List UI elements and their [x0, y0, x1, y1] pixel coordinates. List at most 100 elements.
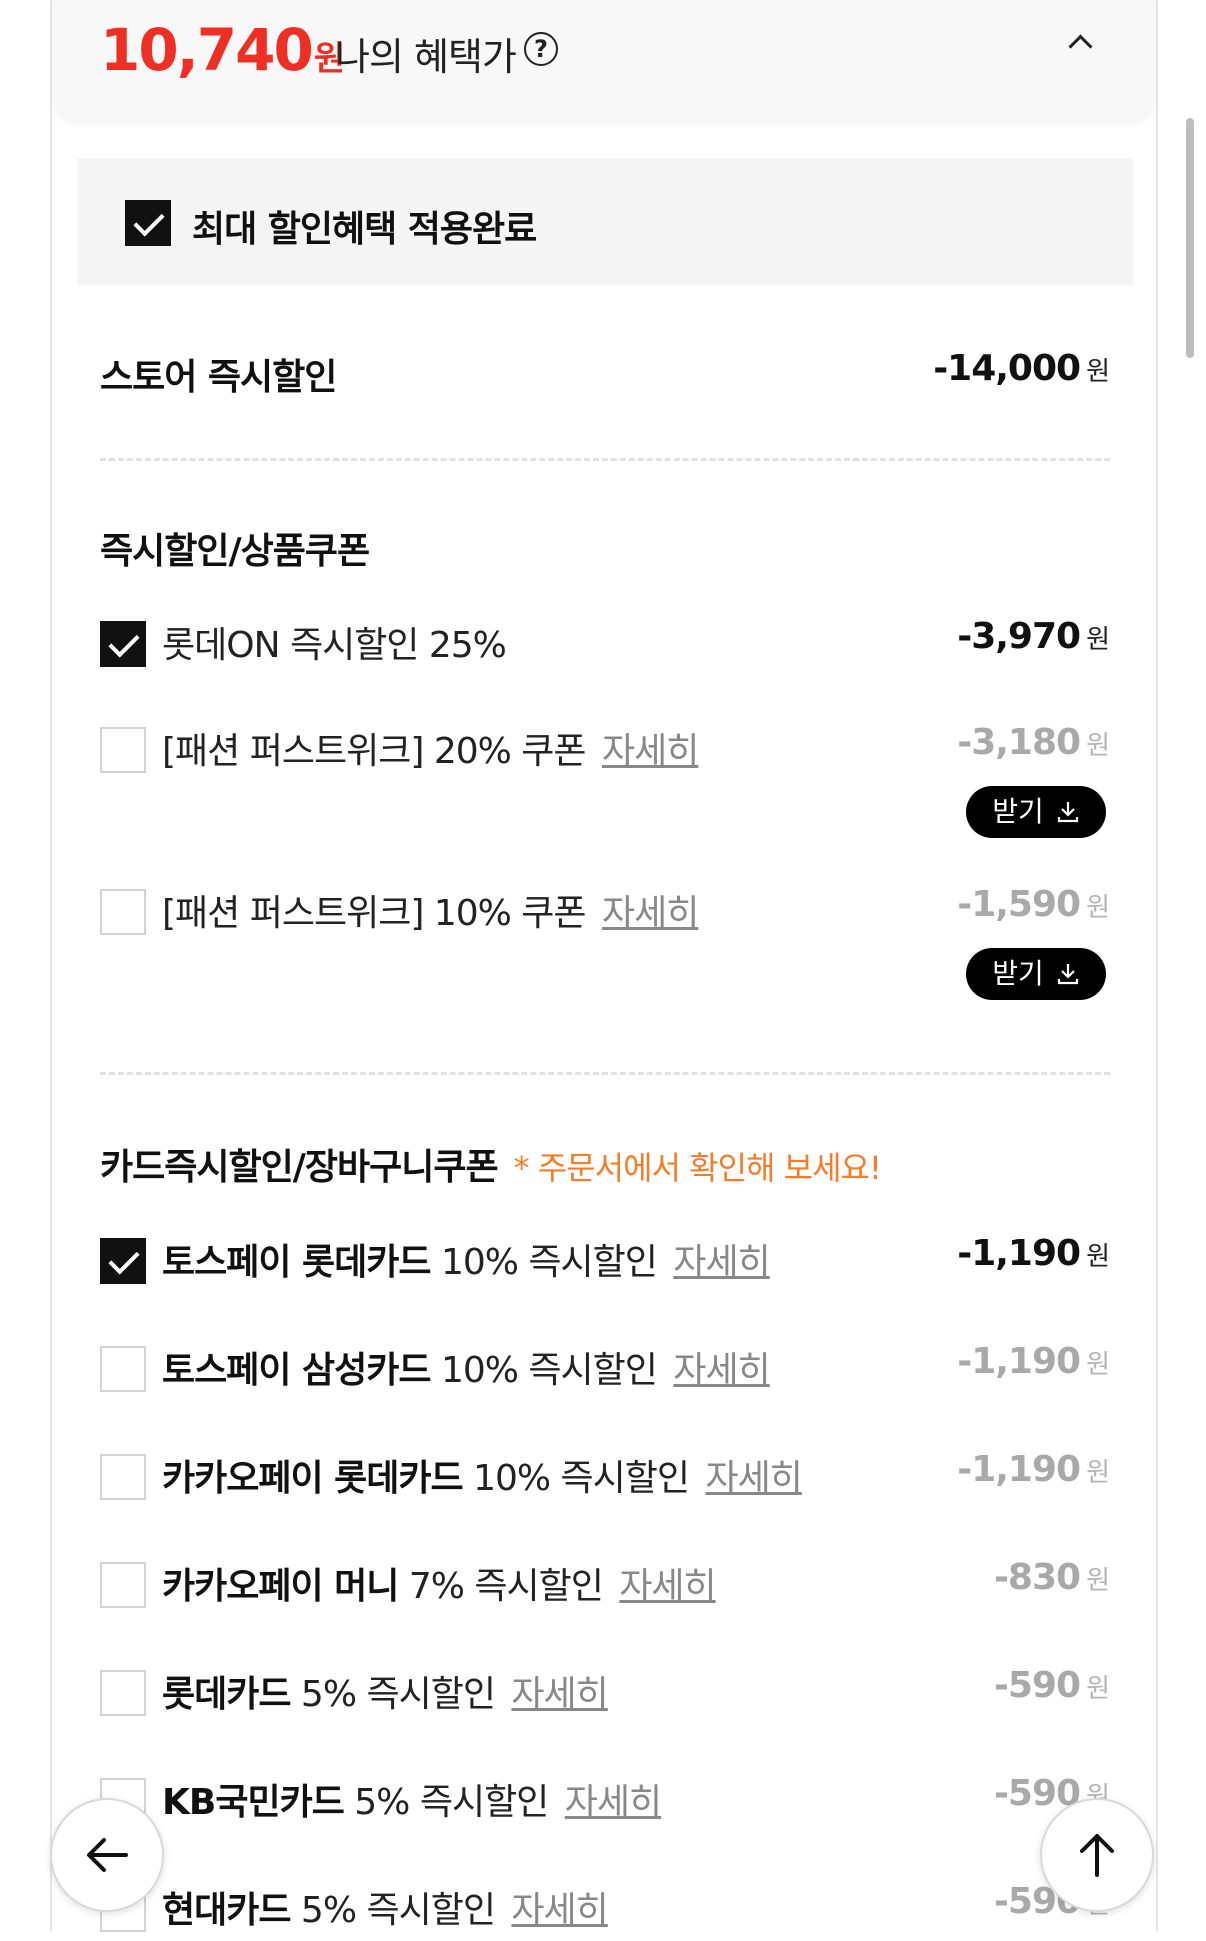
- card-discount-label: 카카오페이 머니 7% 즉시할인 자세히: [162, 1557, 717, 1609]
- coupon-label: 롯데ON 즉시할인 25%: [162, 625, 507, 666]
- coupon-label: [패션 퍼스트위크] 20% 쿠폰 자세히: [162, 722, 699, 774]
- section-title-card: 카드즉시할인/장바구니쿠폰 * 주문서에서 확인해 보세요!: [100, 1138, 882, 1190]
- card-name: 토스페이 삼성카드: [162, 1350, 431, 1391]
- card-discount-row[interactable]: 롯데카드 5% 즉시할인 자세히 -590 원: [100, 1665, 1110, 1725]
- card-discount-row[interactable]: 카카오페이 롯데카드 10% 즉시할인 자세히 -1,190 원: [100, 1449, 1110, 1509]
- download-icon: [1057, 964, 1079, 985]
- amount-unit: 원: [1086, 731, 1110, 761]
- card-desc: 10% 즉시할인: [462, 1458, 690, 1499]
- amount-unit: 원: [1086, 1674, 1110, 1704]
- details-link[interactable]: 자세히: [602, 731, 699, 772]
- details-link[interactable]: 자세히: [565, 1782, 662, 1823]
- benefit-price: 10,740원: [100, 16, 345, 84]
- amount-unit: 원: [1086, 1350, 1110, 1380]
- download-icon: [1057, 802, 1079, 823]
- card-discount-row[interactable]: 현대카드 5% 즉시할인 자세히 -590원: [100, 1881, 1110, 1941]
- download-coupon-button[interactable]: 받기: [966, 786, 1106, 838]
- divider: [100, 458, 1110, 461]
- card-name: 카카오페이 롯데카드: [162, 1458, 464, 1499]
- amount-value: -3,180: [957, 722, 1081, 763]
- card-discount-amount: -1,190 원: [957, 1233, 1110, 1274]
- coupon-row[interactable]: 롯데ON 즉시할인 25% -3,970 원: [100, 616, 1110, 676]
- card-desc: 10% 즉시할인: [430, 1350, 658, 1391]
- benefit-panel: 10,740원 나의 혜택가 ? 최대 할인혜택 적용완료 스토어 즉시할인 -…: [50, 0, 1158, 1932]
- coupon-label: [패션 퍼스트위크] 10% 쿠폰 자세히: [162, 884, 699, 936]
- store-discount-amount: -14,000 원: [933, 348, 1110, 389]
- card-discount-amount: -1,190 원: [957, 1449, 1110, 1490]
- coupon-amount: -3,180 원: [957, 722, 1110, 763]
- coupon-amount: -1,590 원: [957, 884, 1110, 925]
- card-checkbox[interactable]: [100, 1346, 146, 1392]
- amount-unit: 원: [1086, 1566, 1110, 1596]
- card-checkbox[interactable]: [100, 1670, 146, 1716]
- card-desc: 5% 즉시할인: [290, 1890, 496, 1931]
- back-button[interactable]: [50, 1798, 164, 1912]
- card-discount-amount: -1,190 원: [957, 1341, 1110, 1382]
- card-discount-label: KB국민카드 5% 즉시할인 자세히: [162, 1773, 662, 1825]
- details-link[interactable]: 자세히: [673, 1350, 770, 1391]
- amount-unit: 원: [1086, 1458, 1110, 1488]
- benefit-header[interactable]: 10,740원 나의 혜택가 ?: [52, 0, 1156, 122]
- card-discount-label: 토스페이 삼성카드 10% 즉시할인 자세히: [162, 1341, 771, 1393]
- coupon-name: [패션 퍼스트위크] 10% 쿠폰: [162, 893, 587, 934]
- card-discount-amount: -590원: [994, 1665, 1110, 1706]
- card-name: 카카오페이 머니: [162, 1566, 399, 1607]
- coupon-checkbox[interactable]: [100, 889, 146, 935]
- card-discount-row[interactable]: 토스페이 삼성카드 10% 즉시할인 자세히 -1,190 원: [100, 1341, 1110, 1401]
- amount-value: -1,590: [957, 884, 1081, 925]
- card-discount-row[interactable]: KB국민카드 5% 즉시할인 자세히 -590 원: [100, 1773, 1110, 1833]
- amount-unit: 원: [1086, 893, 1110, 923]
- card-discount-row[interactable]: 카카오페이 머니 7% 즉시할인 자세히 -830 원: [100, 1557, 1110, 1617]
- max-discount-applied[interactable]: 최대 할인혜택 적용완료: [77, 158, 1133, 285]
- scrollbar[interactable]: [1186, 118, 1194, 358]
- card-discount-label: 카카오페이 롯데카드 10% 즉시할인 자세히: [162, 1449, 803, 1501]
- arrow-left-icon: [87, 1838, 128, 1872]
- coupon-row[interactable]: [패션 퍼스트위크] 20% 쿠폰 자세히 -3,180 원: [100, 722, 1110, 782]
- order-note: * 주문서에서 확인해 보세요!: [513, 1149, 882, 1187]
- download-button-label: 받기: [992, 957, 1044, 990]
- download-button-label: 받기: [992, 795, 1044, 828]
- coupon-checkbox[interactable]: [100, 621, 146, 667]
- coupon-name: [패션 퍼스트위크] 20% 쿠폰: [162, 731, 587, 772]
- section-title-text: 카드즉시할인/장바구니쿠폰: [100, 1147, 499, 1188]
- amount-unit: 원: [1086, 357, 1110, 387]
- coupon-row[interactable]: [패션 퍼스트위크] 10% 쿠폰 자세히 -1,590 원: [100, 884, 1110, 944]
- details-link[interactable]: 자세히: [705, 1458, 802, 1499]
- details-link[interactable]: 자세히: [673, 1242, 770, 1283]
- scroll-top-button[interactable]: [1040, 1798, 1154, 1912]
- store-discount-row: 스토어 즉시할인 -14,000 원: [100, 348, 1110, 408]
- amount-value: -830: [993, 1557, 1081, 1598]
- amount-unit: 원: [1086, 1242, 1110, 1272]
- card-name: 롯데카드: [162, 1674, 291, 1715]
- card-desc: 5% 즉시할인: [290, 1674, 496, 1715]
- card-discount-label: 토스페이 롯데카드 10% 즉시할인 자세히: [162, 1233, 771, 1285]
- details-link[interactable]: 자세히: [511, 1674, 608, 1715]
- card-desc: 5% 즉시할인: [343, 1782, 549, 1823]
- details-link[interactable]: 자세히: [602, 893, 699, 934]
- help-icon[interactable]: ?: [524, 32, 558, 66]
- card-checkbox[interactable]: [100, 1238, 146, 1284]
- chevron-up-icon[interactable]: [1068, 34, 1093, 59]
- download-coupon-button[interactable]: 받기: [966, 948, 1106, 1000]
- amount-value: -14,000: [933, 348, 1081, 389]
- amount-value: -590: [993, 1665, 1081, 1706]
- applied-label: 최대 할인혜택 적용완료: [192, 209, 537, 250]
- amount-unit: 원: [1086, 625, 1110, 655]
- applied-checkbox[interactable]: [125, 200, 171, 246]
- card-name: KB국민카드: [162, 1782, 345, 1823]
- amount-value: -1,190: [957, 1233, 1081, 1274]
- card-name: 현대카드: [162, 1890, 291, 1931]
- details-link[interactable]: 자세히: [511, 1890, 608, 1931]
- coupon-checkbox[interactable]: [100, 727, 146, 773]
- details-link[interactable]: 자세히: [619, 1566, 716, 1607]
- price-value: 10,740: [100, 16, 314, 84]
- card-checkbox[interactable]: [100, 1562, 146, 1608]
- card-desc: 7% 즉시할인: [398, 1566, 604, 1607]
- card-discount-amount: -830 원: [994, 1557, 1110, 1598]
- card-discount-row[interactable]: 토스페이 롯데카드 10% 즉시할인 자세히 -1,190 원: [100, 1233, 1110, 1293]
- benefit-label: 나의 혜택가: [335, 35, 517, 79]
- amount-value: -1,190: [957, 1341, 1081, 1382]
- card-checkbox[interactable]: [100, 1454, 146, 1500]
- section-title-instant: 즉시할인/상품쿠폰: [100, 531, 370, 572]
- store-discount-label: 스토어 즉시할인: [100, 357, 337, 398]
